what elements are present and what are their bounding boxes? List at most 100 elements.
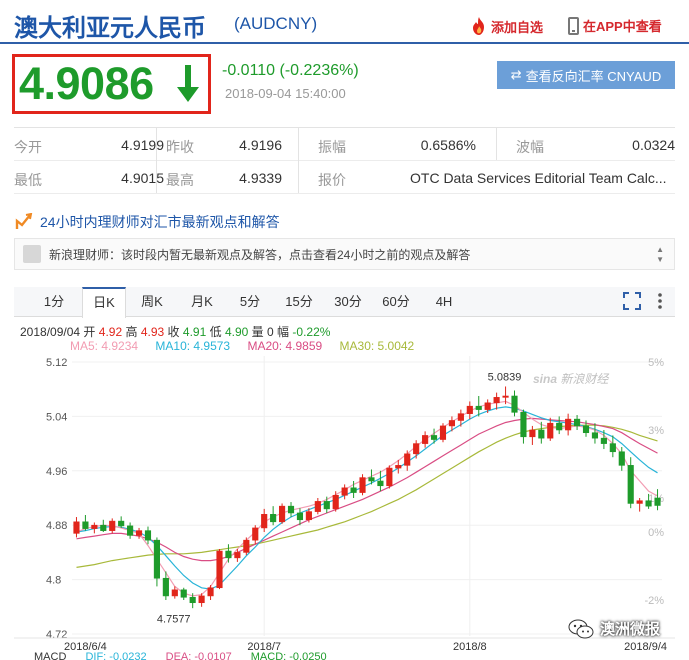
candle-body [91,524,98,529]
y-tick-label: 4.96 [46,466,67,478]
arrow-up-icon[interactable]: ▲ [656,245,664,255]
candle-body [377,480,384,487]
phone-icon [568,16,579,35]
candle-low: 4.90 [224,325,249,339]
candle-body [404,453,411,466]
tab-15min[interactable]: 15分 [277,287,321,317]
pct-tick-label: 0% [648,527,664,539]
candle-high: 4.93 [140,325,165,339]
candle-body [395,465,402,469]
wave-label: 波幅 [516,139,544,155]
candle-info: 2018/09/04 开 4.92 高 4.93 收 4.91 低 4.90 量… [20,323,330,340]
candle-body [162,577,169,597]
tab-4h[interactable]: 4H [422,287,466,317]
candle-body [261,514,268,529]
tab-monthly-k[interactable]: 月K [180,287,224,317]
candle-body [430,435,438,440]
candle-body [270,514,277,523]
more-options-icon[interactable] [650,291,670,311]
candle-body [153,539,160,579]
scroll-arrows[interactable]: ▲ ▼ [656,245,664,265]
expert-message-box[interactable]: 新浪理财师：该时段内暂无最新观点及解答，点击查看24小时之前的观点及解答 ▲ ▼ [14,238,675,270]
candle-body [422,435,429,444]
candle [359,474,366,496]
candle-body [287,505,295,514]
chart-background [14,350,675,650]
candle-body [198,595,205,604]
view-in-app-label: 在APP中查看 [583,19,662,34]
prev-close-value: 4.9196 [239,137,282,153]
candle-body [296,512,304,521]
candle-body [127,525,134,536]
current-price: 4.9086 [19,58,154,109]
trend-icon [15,213,33,229]
amplitude-value: 0.6586% [420,137,476,153]
page-title: 澳大利亚元人民币 [14,15,206,42]
current-price-box: 4.9086 [12,54,211,114]
candle-body [636,500,643,504]
candle-body [466,405,473,414]
y-tick-label: 5.04 [46,411,67,423]
candle-volume: 0 [267,325,274,339]
stats-row: 最低 4.9015 最高 4.9339 报价 OTC Data Services… [14,161,675,194]
candle-body [314,501,321,512]
candle-body [502,395,509,398]
reverse-rate-button[interactable]: ⇄ 查看反向汇率 CNYAUD [497,61,675,89]
candle-body [73,521,80,534]
candle-body [332,494,339,510]
x-tick-label: 2018/9/4 [624,641,667,652]
wave-value: 0.0324 [632,137,675,153]
candle-body [100,524,107,531]
candle-body [457,413,464,421]
candle-body [484,402,491,410]
arrow-down-icon[interactable]: ▼ [656,255,664,265]
stats-divider [156,127,157,193]
tab-weekly-k[interactable]: 周K [130,287,174,317]
candle-body [323,501,330,510]
candle-body [82,521,89,529]
tab-1min[interactable]: 1分 [32,287,76,317]
tab-60min[interactable]: 60分 [374,287,418,317]
tab-30min[interactable]: 30分 [326,287,370,317]
candle-low-label: 低 [209,325,222,339]
candle-body [305,511,312,521]
add-favorite-button[interactable]: 添加自选 [470,16,543,36]
candle-body [618,451,625,466]
macd-label: MACD [34,651,67,660]
candle [243,537,250,556]
expert-header-text: 24小时内理财师对汇市最新观点和解答 [40,214,280,230]
wechat-watermark-text: 澳洲微报 [600,621,661,638]
candle-body [225,550,232,559]
wechat-watermark: 澳洲微报 [568,618,660,639]
candle-body [475,405,482,410]
swap-icon: ⇄ [510,67,522,82]
reverse-rate-label: 查看反向汇率 CNYAUD [525,68,662,84]
page-header: 澳大利亚元人民币 (AUDCNY) 添加自选 在APP中查看 [0,0,689,44]
source-value: OTC Data Services Editorial Team Calc... [410,170,667,186]
candle-body [547,422,554,439]
candle-body [645,500,652,507]
currency-code: (AUDCNY) [234,14,318,33]
y-tick-label: 4.72 [46,629,67,641]
sina-watermark: sina 新浪财经 [533,370,608,387]
low-value: 4.9015 [121,170,164,186]
candle-body [493,397,500,404]
kline-chart[interactable]: 5.125.044.964.884.84.725%3%1%0%-2%2018/6… [0,350,689,652]
candle-body [368,477,375,482]
tab-daily-k[interactable]: 日K [82,287,126,318]
candle-body [574,418,581,427]
candle-body [359,477,366,493]
fullscreen-icon[interactable] [622,291,642,311]
candle-body [118,520,125,527]
candle-open: 4.92 [98,325,123,339]
candle-body [279,505,286,523]
high-value: 4.9339 [239,170,282,186]
y-tick-label: 4.8 [46,575,61,587]
expert-header[interactable]: 24小时内理财师对汇市最新观点和解答 [14,207,675,237]
candle-body [520,412,527,438]
sina-watermark-text: 新浪财经 [560,372,609,386]
candle-body [180,589,187,598]
candle [439,423,447,443]
tab-5min[interactable]: 5分 [228,287,272,317]
view-in-app-button[interactable]: 在APP中查看 [568,16,662,35]
